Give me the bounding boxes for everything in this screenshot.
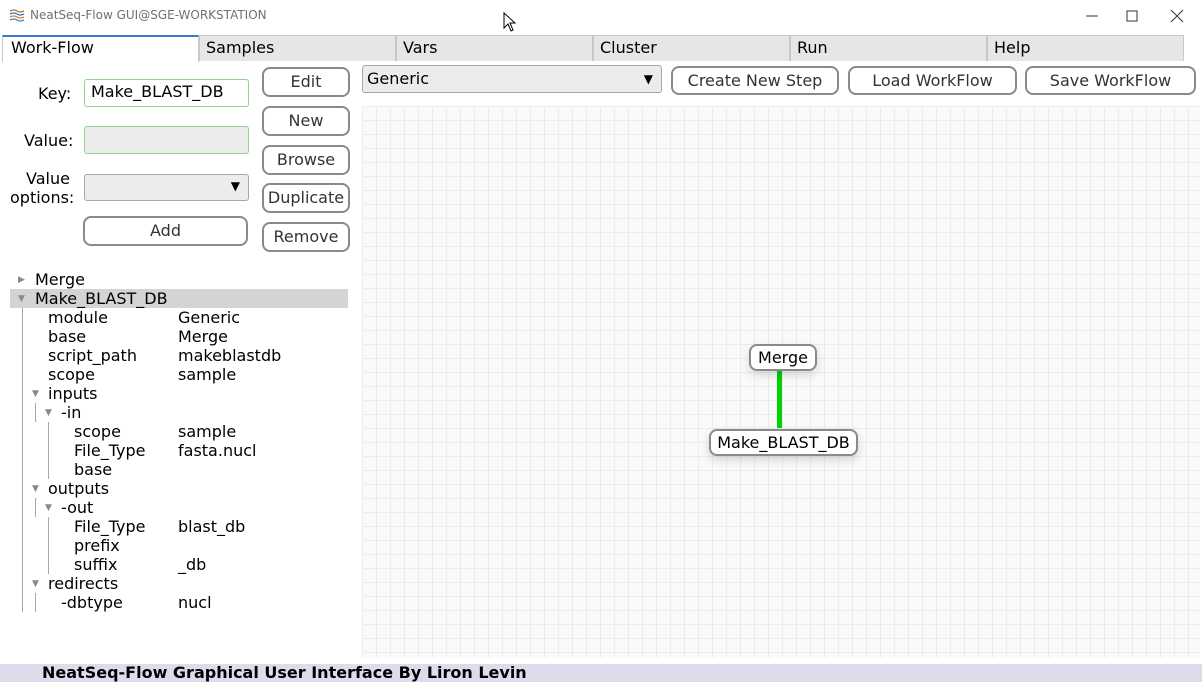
parameter-editor-panel: Key: Make_BLAST_DB Value: Value options:… xyxy=(2,62,359,660)
tab-work-flow[interactable]: Work-Flow xyxy=(2,35,199,63)
tree-key: module xyxy=(48,308,108,327)
remove-button[interactable]: Remove xyxy=(262,222,350,252)
collapse-caret-icon[interactable]: ▼ xyxy=(32,480,39,499)
tab-vars[interactable]: Vars xyxy=(396,35,593,61)
tree-key: File_Type xyxy=(74,441,146,460)
value-label: Value: xyxy=(24,131,74,150)
tab-cluster[interactable]: Cluster xyxy=(593,35,790,61)
status-bar: NeatSeq-Flow Graphical User Interface By… xyxy=(0,664,1202,682)
tab-run[interactable]: Run xyxy=(790,35,987,61)
tree-row[interactable]: base xyxy=(10,460,348,479)
tree-key: Merge xyxy=(35,270,85,289)
tree-key: Make_BLAST_DB xyxy=(35,289,168,308)
tree-row[interactable]: scope sample xyxy=(10,422,348,441)
tree-key: scope xyxy=(48,365,95,384)
module-select-value: Generic xyxy=(367,69,430,88)
browse-button[interactable]: Browse xyxy=(262,145,350,175)
tree-key: base xyxy=(74,460,113,479)
tree-key: -in xyxy=(61,403,82,422)
tree-key: inputs xyxy=(48,384,98,403)
tree-key: base xyxy=(48,327,87,346)
close-icon[interactable] xyxy=(1167,6,1187,26)
tree-row-in[interactable]: ▼ -in xyxy=(10,403,348,422)
tree-value: Merge xyxy=(178,327,228,346)
app-icon xyxy=(9,9,25,22)
tree-value: fasta.nucl xyxy=(178,441,257,460)
tree-value: nucl xyxy=(178,593,212,612)
tree-key: File_Type xyxy=(74,517,146,536)
collapse-caret-icon[interactable]: ▼ xyxy=(45,499,52,518)
tree-row[interactable]: prefix xyxy=(10,536,348,555)
tree-key: redirects xyxy=(48,574,119,593)
graph-edge xyxy=(777,371,782,428)
collapse-caret-icon[interactable]: ▼ xyxy=(18,290,25,309)
tree-row-redirects[interactable]: ▼ redirects xyxy=(10,574,348,593)
value-options-label-line2: options: xyxy=(10,188,75,207)
edit-button[interactable]: Edit xyxy=(262,67,350,97)
tree-row-merge[interactable]: ▶ Merge xyxy=(10,270,348,289)
create-new-step-button[interactable]: Create New Step xyxy=(671,66,839,95)
module-select[interactable]: Generic ▼ xyxy=(362,65,662,93)
load-workflow-button[interactable]: Load WorkFlow xyxy=(848,66,1017,95)
dropdown-arrow-icon: ▼ xyxy=(230,179,240,193)
add-button[interactable]: Add xyxy=(83,216,248,246)
mouse-cursor-icon xyxy=(503,12,517,32)
tree-value: sample xyxy=(178,422,237,441)
key-field[interactable]: Make_BLAST_DB xyxy=(84,79,249,107)
tree-key: outputs xyxy=(48,479,110,498)
tree-key: -out xyxy=(61,498,94,517)
tree-key: -dbtype xyxy=(61,593,123,612)
tree-row[interactable]: File_Type blast_db xyxy=(10,517,348,536)
tree-value: makeblastdb xyxy=(178,346,282,365)
workflow-toolbar: Generic ▼ Create New Step Load WorkFlow … xyxy=(362,63,1202,97)
workflow-canvas[interactable]: Merge Make_BLAST_DB xyxy=(362,106,1200,658)
tree-row[interactable]: module Generic xyxy=(10,308,348,327)
minimize-icon[interactable] xyxy=(1082,6,1102,26)
window-title: NeatSeq-Flow GUI@SGE-WORKSTATION xyxy=(30,8,267,22)
tree-key: suffix xyxy=(74,555,118,574)
expand-caret-icon[interactable]: ▶ xyxy=(18,271,25,290)
tree-value: sample xyxy=(178,365,237,384)
tree-row[interactable]: scope sample xyxy=(10,365,348,384)
tree-key: scope xyxy=(74,422,121,441)
tab-samples[interactable]: Samples xyxy=(199,35,396,61)
tab-bar: Work-Flow Samples Vars Cluster Run Help xyxy=(0,35,1202,63)
graph-node-make-blast-db[interactable]: Make_BLAST_DB xyxy=(709,429,858,456)
tree-row-inputs[interactable]: ▼ inputs xyxy=(10,384,348,403)
tree-row-outputs[interactable]: ▼ outputs xyxy=(10,479,348,498)
tree-value: blast_db xyxy=(178,517,246,536)
tree-row[interactable]: -dbtype nucl xyxy=(10,593,348,612)
tree-row-out[interactable]: ▼ -out xyxy=(10,498,348,517)
title-bar: NeatSeq-Flow GUI@SGE-WORKSTATION xyxy=(0,0,1202,32)
tree-row[interactable]: suffix _db xyxy=(10,555,348,574)
tree-row[interactable]: script_path makeblastdb xyxy=(10,346,348,365)
new-button[interactable]: New xyxy=(262,106,350,136)
value-field[interactable] xyxy=(84,126,249,154)
collapse-caret-icon[interactable]: ▼ xyxy=(32,385,39,404)
value-options-label-line1: Value xyxy=(26,169,70,188)
maximize-icon[interactable] xyxy=(1122,6,1142,26)
tree-value: Generic xyxy=(178,308,241,327)
collapse-caret-icon[interactable]: ▼ xyxy=(32,575,39,594)
status-text: NeatSeq-Flow Graphical User Interface By… xyxy=(42,663,527,682)
tree-row-make-blast-db[interactable]: ▼ Make_BLAST_DB xyxy=(10,289,348,308)
tree-row[interactable]: base Merge xyxy=(10,327,348,346)
value-options-select[interactable]: ▼ xyxy=(84,174,249,201)
duplicate-button[interactable]: Duplicate xyxy=(262,183,350,213)
tree-row[interactable]: File_Type fasta.nucl xyxy=(10,441,348,460)
collapse-caret-icon[interactable]: ▼ xyxy=(45,404,52,423)
tree-key: script_path xyxy=(48,346,137,365)
key-label: Key: xyxy=(38,84,72,103)
tree-key: prefix xyxy=(74,536,120,555)
graph-node-merge[interactable]: Merge xyxy=(749,344,817,371)
dropdown-arrow-icon: ▼ xyxy=(643,72,653,86)
tree-value: _db xyxy=(178,555,207,574)
save-workflow-button[interactable]: Save WorkFlow xyxy=(1025,66,1196,95)
tab-help[interactable]: Help xyxy=(987,35,1184,61)
